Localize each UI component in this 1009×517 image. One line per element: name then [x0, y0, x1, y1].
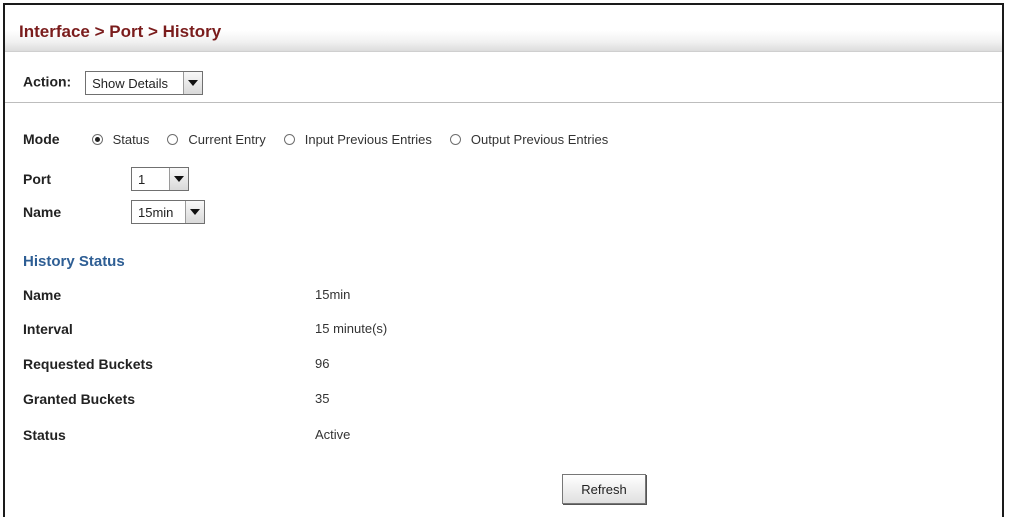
- radio-current-entry[interactable]: [167, 133, 179, 145]
- history-value: 15 minute(s): [315, 321, 388, 336]
- mode-option-input-previous[interactable]: Input Previous Entries: [283, 131, 432, 147]
- divider: [5, 102, 1002, 103]
- port-label: Port: [23, 171, 51, 187]
- history-key: Granted Buckets: [23, 391, 136, 407]
- name-row: Name 15min: [23, 200, 205, 224]
- name-label: Name: [23, 204, 62, 220]
- mode-option-label: Current Entry: [188, 131, 266, 147]
- action-select-value: Show Details: [92, 75, 168, 91]
- history-key: Name: [23, 287, 62, 303]
- refresh-button[interactable]: Refresh: [562, 474, 646, 504]
- page-frame: Interface > Port > History Action: Show …: [3, 3, 1004, 517]
- chevron-down-icon[interactable]: [183, 72, 203, 94]
- radio-status[interactable]: [91, 133, 103, 145]
- mode-row: Mode Status Current Entry Input Previous…: [23, 131, 626, 147]
- page-title: Interface > Port > History: [19, 22, 222, 41]
- history-value: 15min: [315, 287, 351, 302]
- history-key: Interval: [23, 321, 73, 337]
- history-status-heading: History Status: [23, 253, 125, 270]
- mode-label: Mode: [23, 131, 60, 147]
- history-value: 96: [315, 356, 330, 371]
- name-select[interactable]: 15min: [131, 200, 205, 224]
- action-label: Action:: [23, 73, 72, 90]
- mode-option-label: Status: [112, 131, 150, 147]
- radio-output-previous[interactable]: [449, 133, 461, 145]
- mode-option-status[interactable]: Status: [91, 131, 150, 147]
- name-select-value: 15min: [138, 204, 174, 220]
- mode-option-current-entry[interactable]: Current Entry: [167, 131, 266, 147]
- chevron-down-icon[interactable]: [185, 201, 204, 223]
- mode-option-label: Output Previous Entries: [470, 131, 609, 147]
- title-bar: Interface > Port > History: [5, 5, 1002, 52]
- port-row: Port 1: [23, 167, 189, 191]
- port-select[interactable]: 1: [131, 167, 189, 191]
- history-value: Active: [315, 427, 351, 442]
- history-key: Requested Buckets: [23, 356, 153, 372]
- chevron-down-icon[interactable]: [169, 168, 188, 190]
- mode-radio-group: Status Current Entry Input Previous Entr…: [91, 131, 627, 147]
- port-select-value: 1: [138, 171, 146, 187]
- action-row: Action: Show Details: [23, 71, 204, 97]
- history-value: 35: [315, 391, 330, 406]
- mode-option-label: Input Previous Entries: [304, 131, 432, 147]
- action-select[interactable]: Show Details: [85, 71, 204, 95]
- history-key: Status: [23, 427, 66, 443]
- radio-input-previous[interactable]: [283, 133, 295, 145]
- mode-option-output-previous[interactable]: Output Previous Entries: [449, 131, 609, 147]
